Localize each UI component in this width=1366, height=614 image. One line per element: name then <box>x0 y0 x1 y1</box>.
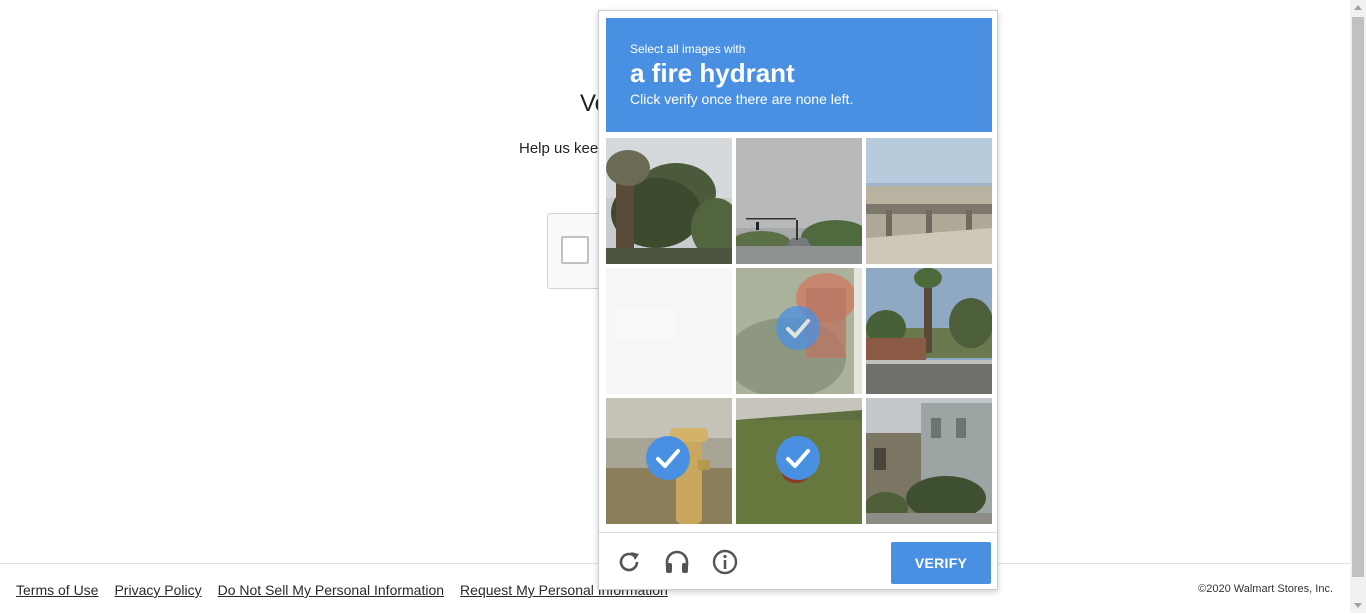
houses-image <box>866 398 992 524</box>
challenge-hint: Click verify once there are none left. <box>630 91 854 107</box>
image-tile-selected[interactable] <box>606 398 732 524</box>
challenge-header: Select all images with a fire hydrant Cl… <box>606 18 992 132</box>
street-palms-image <box>866 268 992 394</box>
recaptcha-checkbox[interactable] <box>561 236 589 264</box>
privacy-policy-link[interactable]: Privacy Policy <box>114 582 201 598</box>
palm-trees-image <box>606 138 732 264</box>
image-tile[interactable] <box>866 268 992 394</box>
selected-check-icon <box>646 436 690 480</box>
scroll-up-arrow-icon[interactable] <box>1354 5 1362 10</box>
blank-image <box>606 268 732 394</box>
audio-icon[interactable] <box>663 548 691 576</box>
scroll-thumb[interactable] <box>1352 17 1364 577</box>
image-grid <box>606 138 992 524</box>
image-tile[interactable] <box>866 138 992 264</box>
info-icon[interactable] <box>711 548 739 576</box>
selected-check-icon <box>776 436 820 480</box>
captcha-challenge: Select all images with a fire hydrant Cl… <box>598 10 998 590</box>
reload-icon[interactable] <box>615 548 643 576</box>
challenge-footer: VERIFY <box>599 532 997 590</box>
terms-of-use-link[interactable]: Terms of Use <box>16 582 98 598</box>
image-tile[interactable] <box>606 268 732 394</box>
overpass-image <box>866 138 992 264</box>
footer-links: Terms of Use Privacy Policy Do Not Sell … <box>16 582 668 598</box>
image-tile[interactable] <box>866 398 992 524</box>
vertical-scrollbar[interactable] <box>1350 0 1366 613</box>
image-tile-selected[interactable] <box>736 268 862 394</box>
page-subtext: Help us kee <box>519 140 599 157</box>
challenge-instruction: Select all images with <box>630 42 746 56</box>
do-not-sell-link[interactable]: Do Not Sell My Personal Information <box>218 582 444 598</box>
selected-check-icon <box>776 306 820 350</box>
image-tile[interactable] <box>736 138 862 264</box>
image-tile-selected[interactable] <box>736 398 862 524</box>
scroll-down-arrow-icon[interactable] <box>1354 603 1362 608</box>
image-tile[interactable] <box>606 138 732 264</box>
road-image <box>736 138 862 264</box>
verify-button[interactable]: VERIFY <box>891 542 991 584</box>
challenge-target: a fire hydrant <box>630 58 795 88</box>
copyright: ©2020 Walmart Stores, Inc. <box>1198 583 1333 595</box>
